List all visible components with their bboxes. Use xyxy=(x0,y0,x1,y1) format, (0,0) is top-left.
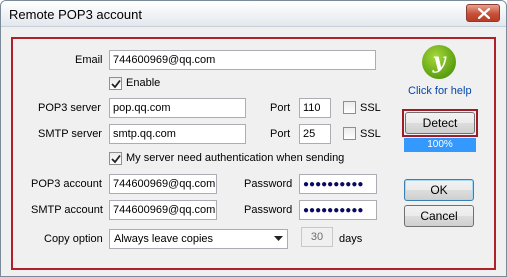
smtp-server-label: SMTP server xyxy=(38,128,102,140)
days-field[interactable]: 30 xyxy=(301,227,333,247)
checkmark-icon xyxy=(111,79,121,89)
auth-label: My server need authentication when sendi… xyxy=(126,152,345,164)
pop3-ssl-label: SSL xyxy=(360,102,381,114)
pop3-port-field[interactable]: 110 xyxy=(299,98,331,118)
email-field[interactable]: 744600969@qq.com xyxy=(109,50,376,70)
progress-text: 100% xyxy=(427,139,453,150)
help-link[interactable]: Click for help xyxy=(408,85,472,97)
email-label: Email xyxy=(75,54,103,66)
cancel-button[interactable]: Cancel xyxy=(404,205,474,227)
smtp-port-field[interactable]: 25 xyxy=(299,124,331,144)
detect-progress-bar: 100% xyxy=(404,138,476,152)
enable-checkbox[interactable] xyxy=(109,77,122,90)
detect-button[interactable]: Detect xyxy=(405,112,475,134)
smtp-ssl-label: SSL xyxy=(360,128,381,140)
remote-pop3-dialog: Remote POP3 account Email 744600969@qq.c… xyxy=(0,0,507,277)
pop3-account-label: POP3 account xyxy=(31,178,102,190)
smtp-password-label: Password xyxy=(244,204,293,216)
enable-label: Enable xyxy=(126,77,161,89)
pop3-password-field[interactable]: ●●●●●●●●●● xyxy=(299,174,377,194)
smtp-password-field[interactable]: ●●●●●●●●●● xyxy=(299,200,377,220)
checkmark-icon xyxy=(111,154,121,164)
smtp-account-label: SMTP account xyxy=(31,204,103,216)
pop3-port-label: Port xyxy=(270,102,291,114)
auth-checkbox[interactable] xyxy=(109,152,122,165)
chevron-down-icon xyxy=(274,236,283,241)
pop3-account-field[interactable]: 744600969@qq.com xyxy=(109,174,217,194)
title-bar[interactable]: Remote POP3 account xyxy=(1,1,506,27)
pop3-ssl-checkbox[interactable] xyxy=(343,101,356,114)
copy-option-select[interactable]: Always leave copies xyxy=(109,229,288,249)
smtp-server-field[interactable]: smtp.qq.com xyxy=(109,124,246,144)
close-icon xyxy=(478,8,490,19)
days-label: days xyxy=(339,233,363,245)
app-logo[interactable]: y xyxy=(422,45,456,79)
smtp-ssl-checkbox[interactable] xyxy=(343,127,356,140)
smtp-port-label: Port xyxy=(270,128,291,140)
copy-option-label: Copy option xyxy=(44,233,103,245)
ok-button[interactable]: OK xyxy=(404,179,474,201)
pop3-server-label: POP3 server xyxy=(38,102,101,114)
pop3-password-label: Password xyxy=(244,178,293,190)
window-title: Remote POP3 account xyxy=(9,7,142,22)
copy-option-value: Always leave copies xyxy=(114,233,214,245)
pop3-server-field[interactable]: pop.qq.com xyxy=(109,98,246,118)
logo-glyph: y xyxy=(432,48,446,74)
dialog-body: Email 744600969@qq.com Enable POP3 serve… xyxy=(1,28,506,276)
smtp-account-field[interactable]: 744600969@qq.com xyxy=(109,200,217,220)
close-button[interactable] xyxy=(466,4,500,22)
